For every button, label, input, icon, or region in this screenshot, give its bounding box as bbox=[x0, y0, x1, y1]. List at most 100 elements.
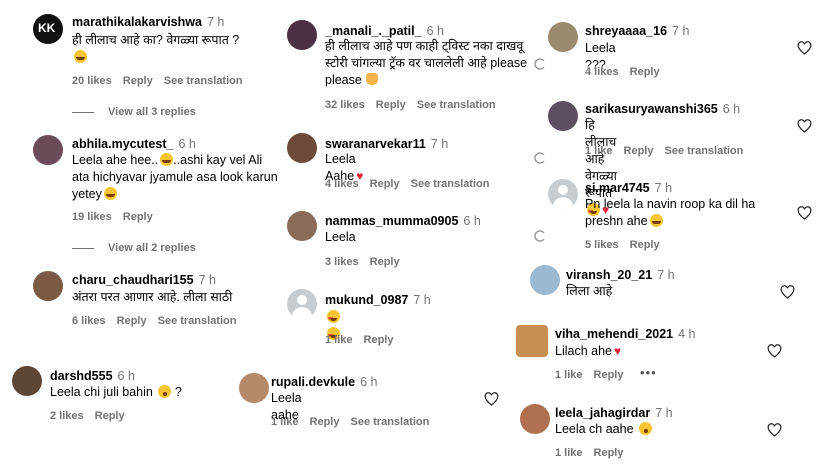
username[interactable]: swaranarvekar11 bbox=[325, 137, 426, 151]
comment-time: 6 h bbox=[117, 369, 135, 383]
comment-text: Leela ahe hee.. bbox=[72, 153, 159, 167]
heart-eyes-emoji-icon bbox=[327, 310, 340, 328]
like-count[interactable]: 4 likes bbox=[325, 178, 359, 190]
username[interactable]: sarikasuryawanshi365 bbox=[585, 102, 718, 116]
comment-time: 7 h bbox=[198, 273, 216, 287]
avatar[interactable]: KK bbox=[33, 14, 63, 44]
username[interactable]: nammas_mumma0905 bbox=[325, 214, 458, 228]
avatar[interactable] bbox=[12, 366, 42, 396]
like-count[interactable]: 1 like bbox=[555, 369, 583, 381]
comment-text: ही लीलाच आहे पण काही ट्विस्ट नका दाखवू स… bbox=[325, 39, 528, 87]
reply-button[interactable]: Reply bbox=[630, 66, 660, 78]
comment-text: Lilach ahe bbox=[555, 344, 612, 358]
username[interactable]: si.mar4745 bbox=[585, 181, 650, 195]
reply-button[interactable]: Reply bbox=[123, 211, 153, 223]
comment-time: 7 h bbox=[657, 268, 675, 282]
like-count[interactable]: 20 likes bbox=[72, 75, 112, 87]
avatar[interactable] bbox=[239, 373, 269, 403]
avatar[interactable] bbox=[548, 179, 578, 209]
heart-icon[interactable] bbox=[780, 285, 795, 299]
comment-text: Pn leela la navin roop ka dil ha preshn … bbox=[585, 197, 756, 228]
like-count[interactable]: 1 like bbox=[585, 145, 613, 157]
see-translation-link[interactable]: See translation bbox=[164, 75, 243, 87]
avatar[interactable] bbox=[520, 404, 550, 434]
like-count[interactable]: 1 like bbox=[555, 447, 583, 459]
comment-time: 7 h bbox=[430, 137, 449, 151]
like-count[interactable]: 32 likes bbox=[325, 99, 365, 111]
laughing-emoji-icon bbox=[103, 187, 117, 200]
avatar[interactable] bbox=[287, 133, 317, 163]
avatar[interactable] bbox=[287, 20, 317, 50]
see-translation-link[interactable]: See translation bbox=[411, 178, 490, 190]
reply-button[interactable]: Reply bbox=[624, 145, 654, 157]
avatar[interactable] bbox=[287, 289, 317, 319]
username[interactable]: leela_jahagirdar bbox=[555, 406, 650, 420]
like-count[interactable]: 2 likes bbox=[50, 410, 84, 422]
see-translation-link[interactable]: See translation bbox=[158, 315, 237, 327]
reply-arrow-icon bbox=[534, 230, 545, 242]
shocked-emoji-icon bbox=[158, 385, 172, 398]
laughing-emoji-icon bbox=[160, 153, 174, 166]
like-count[interactable]: 1 like bbox=[271, 416, 299, 428]
heart-icon[interactable] bbox=[484, 392, 499, 406]
username[interactable]: charu_chaudhari155 bbox=[72, 273, 194, 287]
username[interactable]: mukund_0987 bbox=[325, 293, 408, 307]
more-options-icon[interactable]: ••• bbox=[640, 365, 657, 380]
username[interactable]: marathikalakarvishwa bbox=[72, 15, 202, 29]
shocked-emoji-icon bbox=[639, 422, 653, 435]
comments-panel-3b: viransh_20_21 7 h लिला आहे bbox=[520, 260, 820, 314]
reply-button[interactable]: Reply bbox=[364, 334, 394, 346]
like-count[interactable]: 6 likes bbox=[72, 315, 106, 327]
view-replies-button[interactable]: View all 2 replies bbox=[72, 242, 196, 254]
username[interactable]: _manali_._patil_ bbox=[325, 24, 422, 38]
heart-icon[interactable] bbox=[767, 344, 782, 358]
avatar[interactable] bbox=[548, 101, 578, 131]
reply-arrow-icon bbox=[534, 58, 545, 70]
avatar-logo: KK bbox=[38, 21, 56, 35]
comment-text: Leela chi juli bahin bbox=[50, 385, 153, 399]
avatar[interactable] bbox=[548, 22, 578, 52]
comment-time: 6 h bbox=[463, 214, 481, 228]
like-count[interactable]: 19 likes bbox=[72, 211, 112, 223]
reply-button[interactable]: Reply bbox=[117, 315, 147, 327]
username[interactable]: viha_mehendi_2021 bbox=[555, 327, 673, 341]
like-count[interactable]: 5 likes bbox=[585, 239, 619, 251]
heart-icon[interactable] bbox=[767, 423, 782, 437]
username[interactable]: viransh_20_21 bbox=[566, 268, 652, 282]
reply-button[interactable]: Reply bbox=[123, 75, 153, 87]
comments-panel-3d: leela_jahagirdar 7 h Leela ch aahe 1 like… bbox=[514, 392, 810, 466]
like-count[interactable]: 1 like bbox=[325, 334, 353, 346]
heart-icon[interactable] bbox=[797, 41, 812, 55]
like-count[interactable]: 4 likes bbox=[585, 66, 619, 78]
reply-button[interactable]: Reply bbox=[370, 178, 400, 190]
reply-button[interactable]: Reply bbox=[370, 256, 400, 268]
username[interactable]: darshd555 bbox=[50, 369, 113, 383]
username[interactable]: shreyaaaa_16 bbox=[585, 24, 667, 38]
reply-button[interactable]: Reply bbox=[376, 99, 406, 111]
avatar[interactable] bbox=[287, 211, 317, 241]
avatar[interactable] bbox=[530, 265, 560, 295]
avatar[interactable] bbox=[33, 271, 63, 301]
comment-text: ही लीलाच आहे का? वेगळ्या रूपात ? bbox=[72, 33, 240, 47]
like-count[interactable]: 3 likes bbox=[325, 256, 359, 268]
see-translation-link[interactable]: See translation bbox=[351, 416, 430, 428]
avatar[interactable] bbox=[516, 325, 548, 357]
heart-icon[interactable] bbox=[797, 119, 812, 133]
reply-button[interactable]: Reply bbox=[594, 369, 624, 381]
username[interactable]: abhila.mycutest_ bbox=[72, 137, 173, 151]
view-replies-button[interactable]: View all 3 replies bbox=[72, 106, 196, 118]
reply-button[interactable]: Reply bbox=[594, 447, 624, 459]
reply-button[interactable]: Reply bbox=[630, 239, 660, 251]
avatar[interactable] bbox=[33, 135, 63, 165]
see-translation-link[interactable]: See translation bbox=[665, 145, 744, 157]
username[interactable]: rupali.devkule bbox=[271, 375, 355, 389]
laughing-emoji-icon bbox=[74, 50, 87, 63]
see-translation-link[interactable]: See translation bbox=[417, 99, 496, 111]
comment-time: 7 h bbox=[413, 293, 431, 307]
reply-button[interactable]: Reply bbox=[310, 416, 340, 428]
comment-text: अंतरा परत आणार आहे. लीला साठी bbox=[72, 290, 233, 304]
reply-button[interactable]: Reply bbox=[95, 410, 125, 422]
heart-icon[interactable] bbox=[797, 206, 812, 220]
default-avatar-icon bbox=[558, 185, 568, 195]
reply-arrow-icon bbox=[534, 152, 545, 164]
